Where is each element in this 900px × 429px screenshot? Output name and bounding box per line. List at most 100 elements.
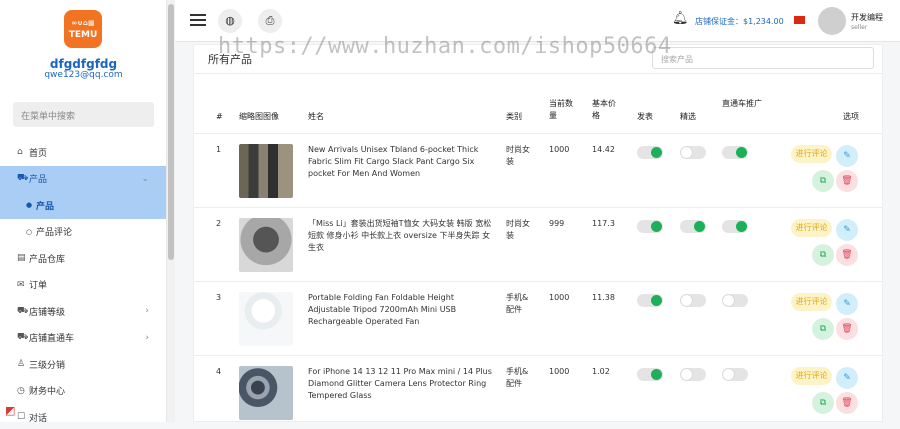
featured-toggle[interactable]	[680, 294, 706, 307]
product-qty: 999	[549, 219, 565, 228]
globe-icon[interactable]: ◍	[218, 9, 242, 33]
delete-icon[interactable]: 🗑︎	[836, 244, 858, 266]
edit-icon[interactable]: ✎	[836, 219, 858, 241]
copy-icon[interactable]: ⧉	[812, 170, 834, 192]
publish-toggle[interactable]	[637, 146, 663, 159]
promo-toggle[interactable]	[722, 220, 748, 233]
chevron-right-icon: ›	[145, 332, 149, 343]
product-thumbnail[interactable]	[239, 144, 293, 198]
review-button[interactable]: 进行评论	[791, 367, 832, 385]
sidebar-item-products[interactable]: ⛟ 产品 ⌄	[0, 165, 166, 192]
sidebar-item-shop-promo[interactable]: ⛟ 店铺直通车 ›	[0, 325, 166, 352]
printer-icon[interactable]: ⎙	[258, 9, 282, 33]
temu-logo[interactable]: ∞∪⌂▦ TEMU	[64, 10, 102, 48]
product-search-input[interactable]: 搜索产品	[652, 47, 874, 69]
copy-icon[interactable]: ⧉	[812, 318, 834, 340]
promo-toggle[interactable]	[722, 146, 748, 159]
product-qty: 1000	[549, 293, 570, 302]
scrollbar-thumb[interactable]	[168, 4, 174, 260]
publish-toggle[interactable]	[637, 220, 663, 233]
col-header-num: #	[216, 112, 223, 121]
featured-toggle[interactable]	[680, 146, 706, 159]
sidebar-item-label: 产品仓库	[29, 254, 66, 265]
review-button[interactable]: 进行评论	[791, 145, 832, 163]
col-header-qty: 当前数量	[549, 99, 573, 120]
featured-toggle[interactable]	[680, 220, 706, 233]
order-icon: ✉	[17, 279, 25, 290]
delete-icon[interactable]: 🗑︎	[836, 318, 858, 340]
product-name[interactable]: For iPhone 14 13 12 11 Pro Max mini / 14…	[308, 366, 498, 402]
col-header-price: 基本价格	[592, 99, 616, 120]
edit-icon[interactable]: ✎	[836, 367, 858, 389]
menu-search-input[interactable]: 在菜单中搜索	[13, 102, 154, 127]
promo-toggle[interactable]	[722, 368, 748, 381]
china-flag-icon[interactable]	[794, 16, 805, 24]
copy-icon[interactable]: ⧉	[812, 392, 834, 414]
bullet-icon: ○	[26, 227, 33, 236]
row-num: 2	[216, 219, 222, 228]
col-header-thumb: 缩略图图像	[239, 112, 279, 121]
sidebar-item-label: 三级分销	[29, 360, 66, 371]
product-thumbnail[interactable]	[239, 366, 293, 420]
divider	[194, 73, 882, 74]
sidebar-item-shop-level[interactable]: ⛟ 店铺等级 ›	[0, 298, 166, 325]
cart-icon: ⛟	[17, 173, 29, 184]
col-header-promo: 直通车推广	[722, 99, 762, 108]
col-header-publish: 发表	[637, 112, 653, 121]
review-button[interactable]: 进行评论	[791, 293, 832, 311]
product-qty: 1000	[549, 367, 570, 376]
product-name[interactable]: Portable Folding Fan Foldable Height Adj…	[308, 292, 498, 328]
copy-icon[interactable]: ⧉	[812, 244, 834, 266]
sidebar-item-label: 产品	[29, 175, 48, 186]
sidebar-item-distribution[interactable]: ♙ 三级分销	[0, 351, 166, 378]
row-num: 4	[216, 367, 222, 376]
menu-toggle-icon[interactable]	[190, 14, 206, 29]
col-header-category: 类别	[506, 112, 522, 121]
finance-icon: ◷	[17, 385, 25, 396]
edit-icon[interactable]: ✎	[836, 145, 858, 167]
user-icon: ♙	[17, 359, 26, 370]
review-button[interactable]: 进行评论	[791, 219, 832, 237]
edit-icon[interactable]: ✎	[836, 293, 858, 315]
sidebar-item-warehouse[interactable]: ▤ 产品仓库	[0, 245, 166, 272]
sidebar-item-chat[interactable]: ☐ 对话	[0, 404, 166, 422]
sidebar-item-label: 店铺等级	[29, 307, 66, 318]
bell-icon[interactable]: 🔔︎	[672, 11, 689, 26]
chevron-down-icon: ⌄	[141, 173, 149, 184]
row-num: 1	[216, 145, 222, 154]
cart-icon: ⛟	[17, 332, 29, 343]
cart-icon: ⛟	[17, 305, 29, 316]
user-name[interactable]: 开发编程	[851, 12, 883, 23]
promo-toggle[interactable]	[722, 294, 748, 307]
delete-icon[interactable]: 🗑︎	[836, 170, 858, 192]
product-category: 手机&配件	[506, 293, 529, 314]
publish-toggle[interactable]	[637, 294, 663, 307]
sidebar-item-orders[interactable]: ✉ 订单	[0, 272, 166, 299]
sidebar-item-label: 对话	[29, 413, 48, 422]
product-name[interactable]: New Arrivals Unisex Tbland 6-pocket Thic…	[308, 144, 498, 180]
sidebar-subitem-product-reviews[interactable]: ○ 产品评论	[0, 219, 166, 246]
product-thumbnail[interactable]	[239, 218, 293, 272]
row-num: 3	[216, 293, 222, 302]
product-name[interactable]: 「Miss Li」套装出货短袖T恤女 大码女装 韩版 宽松 短款 修身小衫 中长…	[308, 218, 498, 254]
bullet-icon: ●	[26, 201, 33, 210]
sidebar-scrollbar[interactable]	[167, 0, 175, 422]
home-icon: ⌂	[17, 147, 23, 158]
user-role: seller	[851, 24, 868, 31]
product-thumbnail[interactable]	[239, 292, 293, 346]
sidebar-subitem-products[interactable]: ● 产品	[0, 192, 166, 219]
publish-toggle[interactable]	[637, 368, 663, 381]
product-price: 14.42	[592, 145, 615, 154]
sidebar-item-home[interactable]: ⌂ 首页	[0, 139, 166, 166]
avatar[interactable]	[818, 7, 846, 35]
featured-toggle[interactable]	[680, 368, 706, 381]
shop-email: qwe123@qq.com	[44, 70, 123, 80]
shop-name: dfgdfgfdg	[49, 57, 118, 71]
deposit-label: 店铺保证金：$1,234.00	[695, 17, 784, 26]
table-row: 1 New Arrivals Unisex Tbland 6-pocket Th…	[194, 133, 882, 207]
sidebar-item-finance[interactable]: ◷ 财务中心	[0, 378, 166, 405]
chevron-right-icon: ›	[145, 306, 149, 317]
delete-icon[interactable]: 🗑︎	[836, 392, 858, 414]
table-row: 3 Portable Folding Fan Foldable Height A…	[194, 281, 882, 355]
product-price: 117.3	[592, 219, 615, 228]
